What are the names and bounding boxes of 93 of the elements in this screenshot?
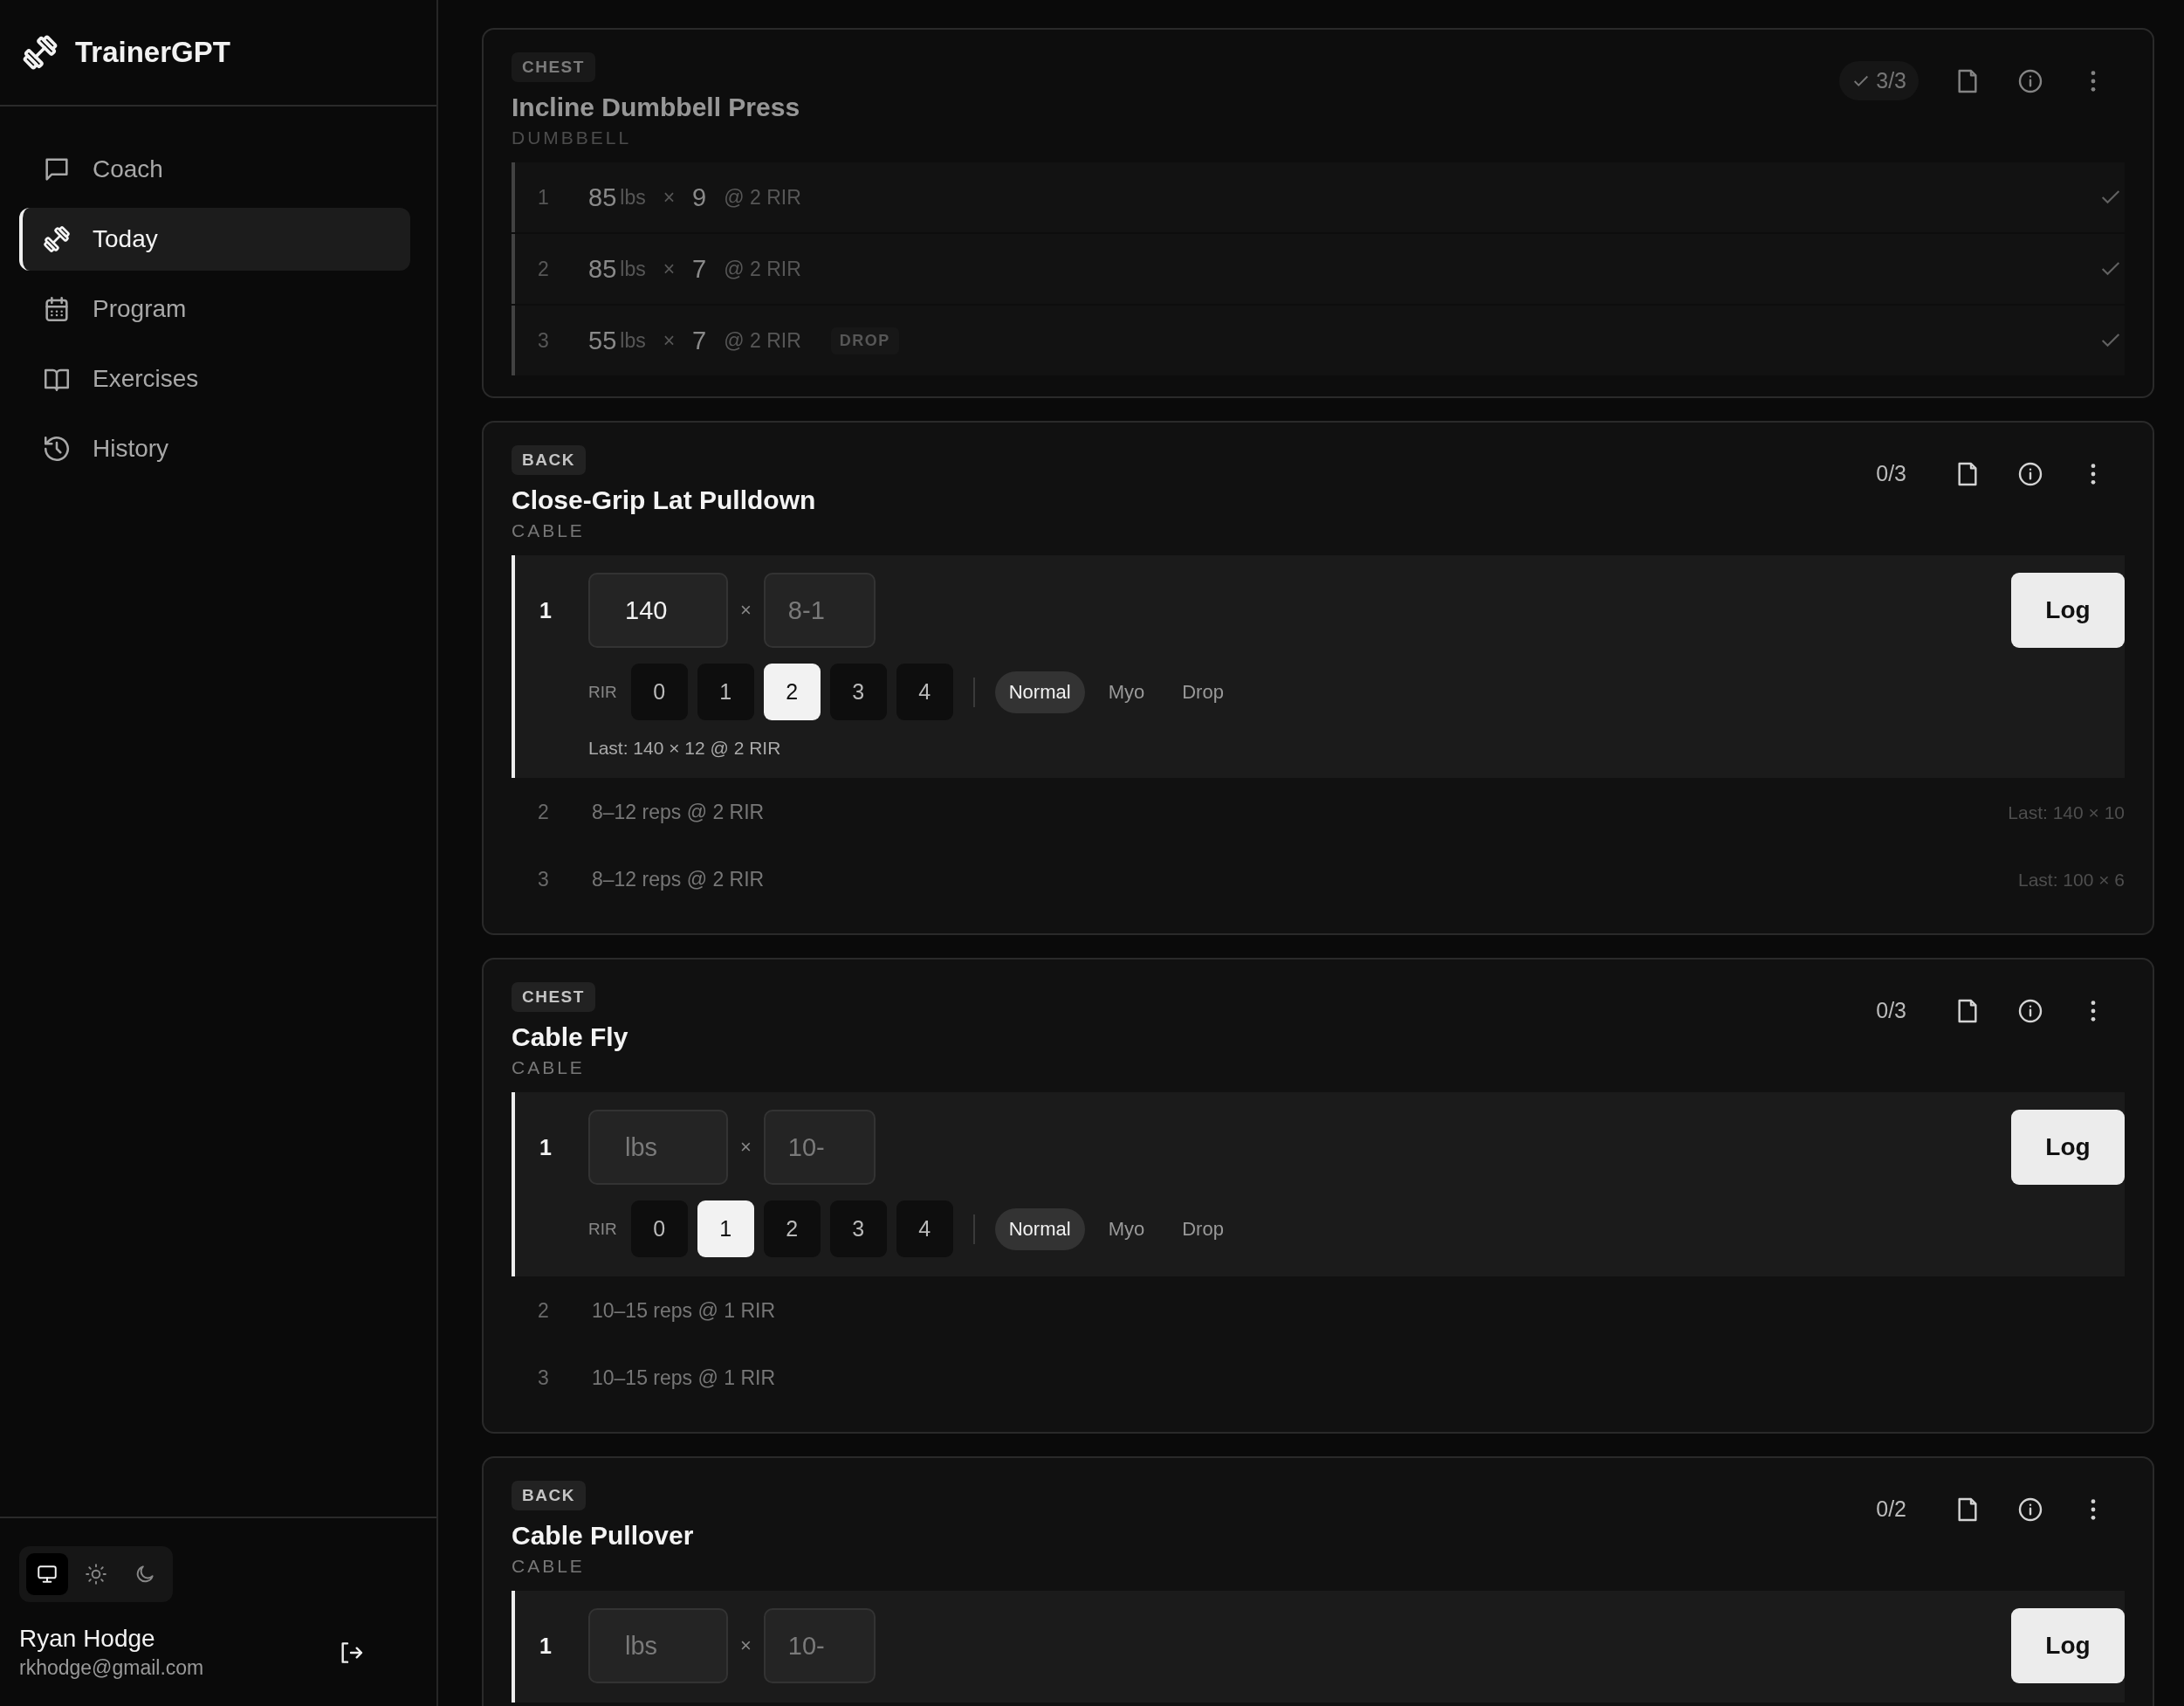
set-reps: 7: [692, 326, 707, 355]
rir-option[interactable]: 4: [896, 1200, 953, 1257]
times-sign: ×: [740, 1634, 752, 1657]
set-target: 8–12 reps @ 2 RIR: [592, 868, 765, 891]
set-number: 3: [538, 328, 550, 353]
set-reps: 9: [692, 182, 707, 212]
exercise-name: Close-Grip Lat Pulldown: [512, 485, 816, 515]
exercise-name: Incline Dumbbell Press: [512, 93, 800, 122]
rir-option[interactable]: 1: [697, 1200, 754, 1257]
theme-button[interactable]: [26, 1553, 68, 1595]
equipment-label: CABLE: [512, 1556, 585, 1577]
muscle-tag: BACK: [512, 1481, 586, 1510]
set-rir: @ 2 RIR: [724, 328, 801, 353]
rir-option[interactable]: 3: [829, 664, 887, 720]
weight-unit: lbs: [620, 328, 646, 353]
reps-field[interactable]: 8-1: [763, 573, 876, 648]
nav-item[interactable]: Program: [19, 278, 410, 341]
weight-unit: lbs: [620, 257, 646, 281]
set-rir: @ 2 RIR: [724, 257, 801, 281]
nav-item[interactable]: Exercises: [19, 347, 410, 410]
set-number: 1: [539, 1633, 553, 1659]
log-button[interactable]: Log: [2011, 573, 2125, 648]
rir-option[interactable]: 2: [763, 1200, 821, 1257]
rir-label: RIR: [588, 682, 617, 702]
history-icon: [42, 434, 72, 464]
weight-field[interactable]: lbs: [588, 1110, 728, 1185]
muscle-tag: BACK: [512, 445, 586, 475]
user-email: rkhodge@gmail.com: [19, 1656, 204, 1680]
rir-option[interactable]: 0: [630, 1200, 688, 1257]
times-sign: ×: [740, 1136, 752, 1159]
last-performance: Last: 100 × 6: [2018, 869, 2125, 891]
set-weight: 55: [588, 326, 617, 355]
last-performance: Last: 140 × 12 @ 2 RIR: [588, 738, 782, 759]
set-type-option[interactable]: Drop: [1168, 671, 1238, 713]
set-type-option[interactable]: Normal: [994, 671, 1085, 713]
equipment-label: CABLE: [512, 1057, 585, 1078]
times-sign: ×: [663, 257, 676, 281]
exercise-name: Cable Pullover: [512, 1521, 694, 1551]
set-number: 1: [538, 185, 550, 210]
set-target: 10–15 reps @ 1 RIR: [592, 1299, 775, 1323]
set-rir: @ 2 RIR: [724, 185, 801, 210]
equipment-label: DUMBBELL: [512, 127, 632, 148]
set-target: 8–12 reps @ 2 RIR: [592, 801, 765, 824]
set-number: 2: [538, 1299, 550, 1323]
log-button[interactable]: Log: [2011, 1608, 2125, 1683]
times-sign: ×: [740, 599, 752, 622]
set-type-option[interactable]: Myo: [1094, 671, 1159, 713]
set-progress: 0/2: [1875, 1496, 1907, 1523]
muscle-tag: CHEST: [512, 52, 595, 82]
set-number: 1: [539, 1134, 553, 1160]
set-progress: 3/3: [1839, 61, 1919, 100]
reps-field[interactable]: 10-: [763, 1608, 876, 1683]
weight-field[interactable]: 140: [588, 573, 728, 648]
set-number: 2: [538, 257, 550, 281]
rir-option[interactable]: 0: [630, 664, 688, 720]
nav-item[interactable]: Coach: [19, 138, 410, 201]
set-number: 3: [538, 1366, 550, 1390]
rir-option[interactable]: 1: [697, 664, 754, 720]
set-type-option[interactable]: Myo: [1094, 1207, 1159, 1250]
exercise-name: Cable Fly: [512, 1022, 628, 1052]
log-button[interactable]: Log: [2011, 1110, 2125, 1185]
set-weight: 85: [588, 254, 617, 284]
rir-label: RIR: [588, 1219, 617, 1239]
dumbbell-icon: [42, 224, 72, 254]
dumbbell-icon: [21, 33, 59, 72]
monitor-icon: [36, 1563, 58, 1586]
user-name: Ryan Hodge: [19, 1625, 156, 1653]
rir-option[interactable]: 4: [896, 664, 953, 720]
times-sign: ×: [663, 185, 676, 210]
set-weight: 85: [588, 182, 617, 212]
set-reps: 7: [692, 254, 707, 284]
set-type-option[interactable]: Drop: [1168, 1207, 1238, 1250]
set-progress: 0/3: [1875, 997, 1907, 1024]
nav-item[interactable]: Today: [19, 208, 410, 271]
sun-icon: [85, 1563, 107, 1586]
set-number: 1: [539, 597, 553, 623]
set-type-option[interactable]: Normal: [994, 1207, 1085, 1250]
rir-option[interactable]: 2: [763, 664, 821, 720]
set-type-tag: DROP: [830, 327, 899, 354]
app-name: TrainerGPT: [75, 36, 230, 69]
rir-option[interactable]: 3: [829, 1200, 887, 1257]
equipment-label: CABLE: [512, 520, 585, 541]
set-number: 2: [538, 801, 550, 824]
set-progress: 0/3: [1875, 460, 1907, 487]
set-number: 3: [538, 868, 550, 891]
weight-field[interactable]: lbs: [588, 1608, 728, 1683]
muscle-tag: CHEST: [512, 982, 595, 1012]
reps-field[interactable]: 10-: [763, 1110, 876, 1185]
weight-unit: lbs: [620, 185, 646, 210]
times-sign: ×: [663, 328, 676, 353]
set-target: 10–15 reps @ 1 RIR: [592, 1366, 775, 1390]
last-performance: Last: 140 × 10: [2008, 801, 2125, 823]
nav-item[interactable]: History: [19, 417, 410, 480]
